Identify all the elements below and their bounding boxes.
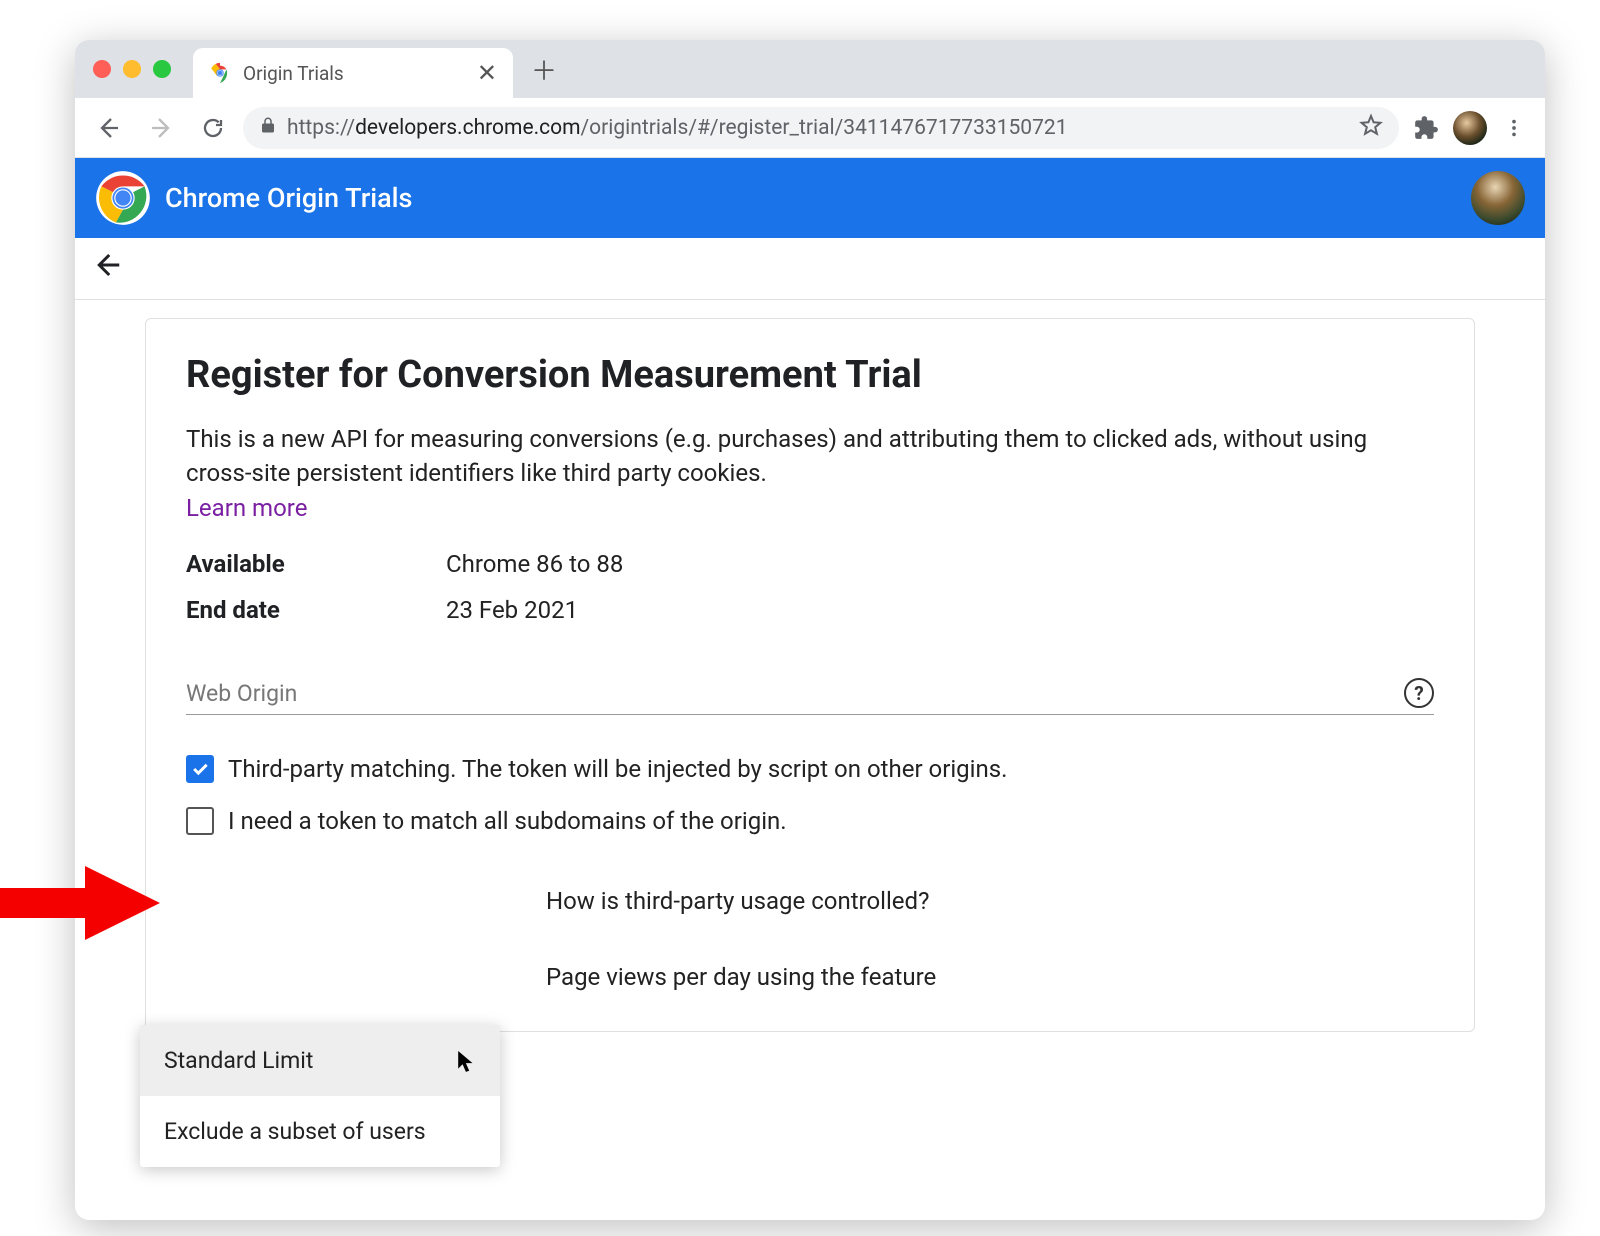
web-origin-input[interactable]: Web Origin ? xyxy=(186,678,1434,715)
chrome-logo-icon xyxy=(95,170,151,226)
learn-more-link[interactable]: Learn more xyxy=(186,494,307,522)
registration-card: Register for Conversion Measurement Tria… xyxy=(145,318,1475,1032)
extensions-icon[interactable] xyxy=(1407,109,1445,147)
page-title: Register for Conversion Measurement Tria… xyxy=(186,353,1434,397)
dropdown-option-label: Exclude a subset of users xyxy=(164,1118,426,1145)
page-description: This is a new API for measuring conversi… xyxy=(186,423,1434,490)
maximize-window-button[interactable] xyxy=(153,60,171,78)
reload-button[interactable] xyxy=(191,106,235,150)
third-party-checkbox[interactable] xyxy=(186,755,214,783)
minimize-window-button[interactable] xyxy=(123,60,141,78)
back-button[interactable] xyxy=(87,106,131,150)
page-views-text: Page views per day using the feature xyxy=(546,963,1434,991)
forward-button[interactable] xyxy=(139,106,183,150)
user-avatar[interactable] xyxy=(1471,171,1525,225)
annotation-arrow-icon xyxy=(0,858,165,952)
available-label: Available xyxy=(186,550,446,578)
url-host: developers.chrome.com xyxy=(355,116,580,140)
subdomain-checkbox-row[interactable]: I need a token to match all subdomains o… xyxy=(186,807,1434,835)
new-tab-button[interactable]: ＋ xyxy=(531,51,557,88)
third-party-checkbox-row[interactable]: Third-party matching. The token will be … xyxy=(186,755,1434,783)
dropdown-option-standard[interactable]: Standard Limit xyxy=(140,1025,500,1096)
content-area: Register for Conversion Measurement Tria… xyxy=(75,300,1545,1032)
end-date-value: 23 Feb 2021 xyxy=(446,596,578,624)
subdomain-checkbox[interactable] xyxy=(186,807,214,835)
available-value: Chrome 86 to 88 xyxy=(446,550,623,578)
url-path: /origintrials/#/register_trial/341147671… xyxy=(581,116,1068,140)
address-bar[interactable]: https://developers.chrome.com/origintria… xyxy=(243,107,1399,149)
tab-favicon-icon xyxy=(209,62,231,84)
cursor-icon xyxy=(458,1051,476,1079)
url-text: https://developers.chrome.com/origintria… xyxy=(287,116,1068,140)
url-scheme: https:// xyxy=(287,116,355,140)
third-party-question: How is third-party usage controlled? xyxy=(546,887,1434,915)
end-date-label: End date xyxy=(186,596,446,624)
third-party-label: Third-party matching. The token will be … xyxy=(228,755,1007,783)
limit-dropdown: Standard Limit Exclude a subset of users xyxy=(140,1025,500,1167)
close-window-button[interactable] xyxy=(93,60,111,78)
app-header: Chrome Origin Trials xyxy=(75,158,1545,238)
subheader xyxy=(75,238,1545,300)
web-origin-label: Web Origin xyxy=(186,680,1394,707)
close-tab-icon[interactable]: ✕ xyxy=(477,59,497,87)
lock-icon xyxy=(259,116,277,140)
browser-tab[interactable]: Origin Trials ✕ xyxy=(193,48,513,98)
back-arrow-button[interactable] xyxy=(85,242,131,296)
help-icon[interactable]: ? xyxy=(1404,678,1434,708)
tab-title: Origin Trials xyxy=(243,62,465,85)
subdomain-label: I need a token to match all subdomains o… xyxy=(228,807,787,835)
app-title: Chrome Origin Trials xyxy=(165,182,412,214)
dropdown-option-label: Standard Limit xyxy=(164,1047,313,1074)
dropdown-option-exclude[interactable]: Exclude a subset of users xyxy=(140,1096,500,1167)
bookmark-icon[interactable] xyxy=(1359,113,1383,143)
menu-icon[interactable] xyxy=(1495,109,1533,147)
toolbar: https://developers.chrome.com/origintria… xyxy=(75,98,1545,158)
tab-strip: Origin Trials ✕ ＋ xyxy=(75,40,1545,98)
window-controls xyxy=(93,60,171,78)
profile-avatar[interactable] xyxy=(1453,111,1487,145)
